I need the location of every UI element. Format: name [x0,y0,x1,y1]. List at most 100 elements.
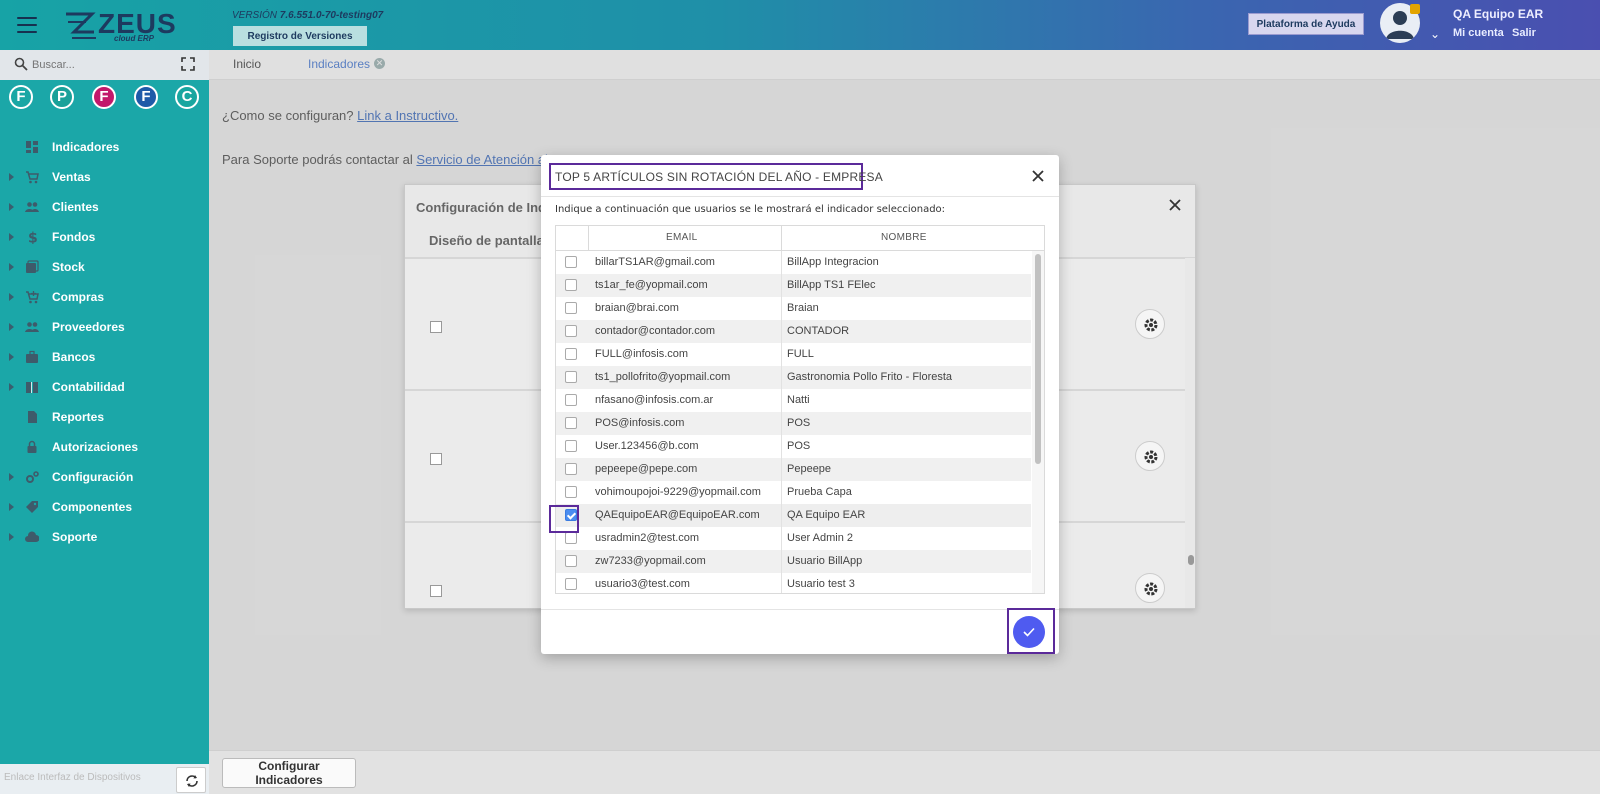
favorite-shortcut[interactable]: F [9,85,33,109]
table-row[interactable]: billarTS1AR@gmail.com BillApp Integracion [556,251,1031,274]
sidebar-item-clientes[interactable]: Clientes [0,192,209,222]
scrollbar[interactable] [1188,555,1194,565]
row-checkbox[interactable] [565,486,577,498]
sidebar-item-contabilidad[interactable]: Contabilidad [0,372,209,402]
help-platform-button[interactable]: Plataforma de Ayuda [1248,13,1364,35]
row-email: QAEquipoEAR@EquipoEAR.com [595,509,760,521]
row-checkbox[interactable] [565,279,577,291]
sidebar-item-label: Componentes [52,500,133,514]
table-row[interactable]: FULL@infosis.com FULL [556,343,1031,366]
caret-right-icon [9,233,14,241]
fullscreen-icon[interactable] [181,57,195,71]
favorite-letter: C [181,88,193,105]
broken-image-icon [430,321,442,333]
table-row[interactable]: ts1ar_fe@yopmail.com BillApp TS1 FElec [556,274,1031,297]
sidebar-item-autorizaciones[interactable]: Autorizaciones [0,432,209,462]
column-header-name[interactable]: NOMBRE [881,232,927,243]
sidebar-item-configuracion[interactable]: Configuración [0,462,209,492]
sidebar-item-proveedores[interactable]: Proveedores [0,312,209,342]
table-row[interactable]: usuario3@test.com Usuario test 3 [556,573,1031,593]
sidebar-item-label: Soporte [52,530,98,544]
tab-close-icon[interactable]: ✕ [374,58,385,69]
sidebar-item-label: Contabilidad [52,380,125,394]
favorite-shortcut[interactable]: F [134,85,158,109]
row-email: nfasano@infosis.com.ar [595,394,714,406]
grid-scrollbar[interactable] [1032,251,1044,593]
table-row[interactable]: braian@brai.com Braian [556,297,1031,320]
tab-indicadores[interactable]: Indicadores [308,57,370,71]
sync-button[interactable] [176,767,206,793]
broken-image-icon [430,585,442,597]
sidebar-search [0,50,209,80]
version-value: 7.6.551.0-70-testing07 [279,10,384,21]
versions-button[interactable]: Registro de Versiones [233,26,367,46]
tab-inicio[interactable]: Inicio [233,57,261,71]
sidebar-item-compras[interactable]: Compras [0,282,209,312]
device-interface-link[interactable]: Enlace Interfaz de Dispositivos [4,772,141,783]
row-checkbox[interactable] [565,371,577,383]
divider [541,196,1059,197]
gear-icon[interactable] [1135,309,1165,339]
favorite-shortcut[interactable]: F [92,85,116,109]
confirm-button[interactable] [1013,616,1045,648]
table-row[interactable]: POS@infosis.com POS [556,412,1031,435]
table-row[interactable]: User.123456@b.com POS [556,435,1031,458]
row-checkbox[interactable] [565,578,577,590]
row-checkbox[interactable] [565,532,577,544]
row-checkbox[interactable] [565,463,577,475]
table-row[interactable]: vohimoupojoi-9229@yopmail.com Prueba Capa [556,481,1031,504]
row-name: Natti [787,394,810,406]
dialog-title: Configuración de Indic [416,200,557,215]
sidebar-item-componentes[interactable]: Componentes [0,492,209,522]
sidebar-item-label: Autorizaciones [52,440,139,454]
sidebar-item-label: Stock [52,260,85,274]
row-checkbox[interactable] [565,394,577,406]
favorite-letter: F [141,88,151,105]
row-name: User Admin 2 [787,532,854,544]
row-checkbox[interactable] [565,440,577,452]
row-name: Gastronomia Pollo Frito - Floresta [787,371,953,383]
favorite-shortcut[interactable]: C [175,85,199,109]
selected-checkbox-highlight [549,505,579,533]
configure-indicators-button[interactable]: Configurar Indicadores [222,758,356,788]
app-root: ZEUS cloud ERP VERSIÓN 7.6.551.0-70-test… [0,0,1600,794]
my-account-link[interactable]: Mi cuenta [1453,27,1504,39]
row-checkbox[interactable] [565,302,577,314]
close-icon[interactable] [1167,197,1183,213]
caret-right-icon [9,503,14,511]
exit-link[interactable]: Salir [1512,27,1536,39]
column-separator [781,297,782,320]
sidebar-item-fondos[interactable]: $ Fondos [0,222,209,252]
grid-scroll-thumb[interactable] [1035,254,1041,464]
row-checkbox[interactable] [565,555,577,567]
sidebar-item-stock[interactable]: Stock [0,252,209,282]
sidebar-item-soporte[interactable]: Soporte [0,522,209,552]
table-row[interactable]: contador@contador.com CONTADOR [556,320,1031,343]
close-icon[interactable] [1030,168,1046,184]
table-row[interactable]: usradmin2@test.com User Admin 2 [556,527,1031,550]
sidebar-item-reportes[interactable]: Reportes [0,402,209,432]
row-name: POS [787,417,811,429]
gear-icon[interactable] [1135,573,1165,603]
search-input[interactable] [32,56,172,74]
sidebar-item-bancos[interactable]: Bancos [0,342,209,372]
table-row[interactable]: QAEquipoEAR@EquipoEAR.com QA Equipo EAR [556,504,1031,527]
favorite-shortcut[interactable]: P [50,85,74,109]
search-icon [14,57,28,71]
row-checkbox[interactable] [565,348,577,360]
hamburger-menu-icon[interactable] [17,17,37,33]
table-row[interactable]: ts1_pollofrito@yopmail.com Gastronomia Po… [556,366,1031,389]
column-header-email[interactable]: EMAIL [666,232,698,243]
sidebar-item-indicadores[interactable]: Indicadores [0,132,209,162]
sidebar-item-ventas[interactable]: Ventas [0,162,209,192]
chevron-down-icon[interactable]: ⌄ [1430,27,1440,41]
row-checkbox[interactable] [565,256,577,268]
table-row[interactable]: nfasano@infosis.com.ar Natti [556,389,1031,412]
row-name: Pepeepe [787,463,832,475]
table-row[interactable]: pepeepe@pepe.com Pepeepe [556,458,1031,481]
row-checkbox[interactable] [565,325,577,337]
header-separator [781,226,782,251]
table-row[interactable]: zw7233@yopmail.com Usuario BillApp [556,550,1031,573]
gear-icon[interactable] [1135,441,1165,471]
row-checkbox[interactable] [565,417,577,429]
